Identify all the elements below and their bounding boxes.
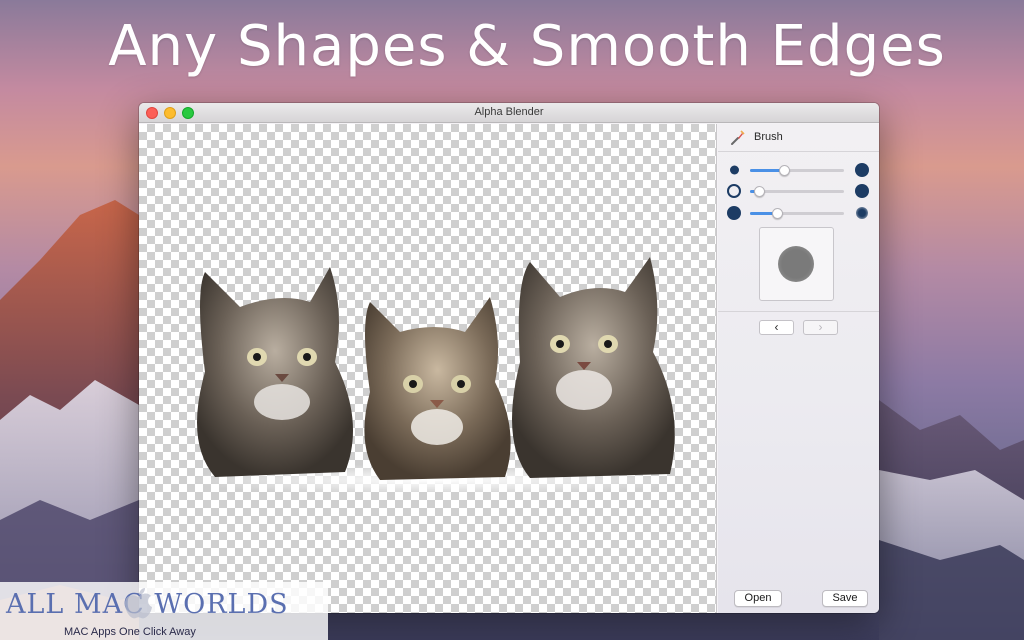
panel-divider xyxy=(718,311,879,312)
save-button[interactable]: Save xyxy=(822,590,868,607)
next-button[interactable]: › xyxy=(803,320,838,335)
previous-button[interactable]: ‹ xyxy=(759,320,794,335)
kittens-image xyxy=(185,257,685,492)
solid-circle-icon xyxy=(855,184,869,198)
hardness-slider-row xyxy=(718,182,879,200)
hardness-slider[interactable] xyxy=(750,186,844,197)
image-canvas[interactable] xyxy=(139,124,717,613)
headline: Any Shapes & Smooth Edges xyxy=(108,14,946,79)
hardness-slider-knob[interactable] xyxy=(754,186,765,197)
panel-title: Brush xyxy=(754,131,783,143)
hollow-circle-icon xyxy=(727,184,741,198)
watermark-subtitle: MAC Apps One Click Away xyxy=(64,626,196,638)
softness-slider[interactable] xyxy=(750,208,844,219)
softness-slider-knob[interactable] xyxy=(772,208,783,219)
hard-dot-icon xyxy=(727,206,741,220)
small-dot-icon xyxy=(730,165,739,175)
brush-icon xyxy=(731,130,745,145)
brush-panel: Brush ‹ › Open Save xyxy=(718,124,879,613)
apple-logo-icon xyxy=(124,588,152,619)
brush-preview xyxy=(759,227,834,301)
panel-header: Brush xyxy=(718,124,879,152)
window-title: Alpha Blender xyxy=(474,106,544,118)
large-dot-icon xyxy=(855,163,869,177)
title-bar[interactable]: Alpha Blender xyxy=(139,103,879,123)
softness-slider-row xyxy=(718,204,879,222)
app-window: Alpha Blender Brush ‹ › Open Save xyxy=(139,103,879,613)
brush-preview-dot xyxy=(778,246,814,282)
open-button[interactable]: Open xyxy=(734,590,782,607)
soft-dot-icon xyxy=(856,207,868,219)
size-slider[interactable] xyxy=(750,165,844,176)
size-slider-row xyxy=(718,161,879,179)
size-slider-knob[interactable] xyxy=(779,165,790,176)
